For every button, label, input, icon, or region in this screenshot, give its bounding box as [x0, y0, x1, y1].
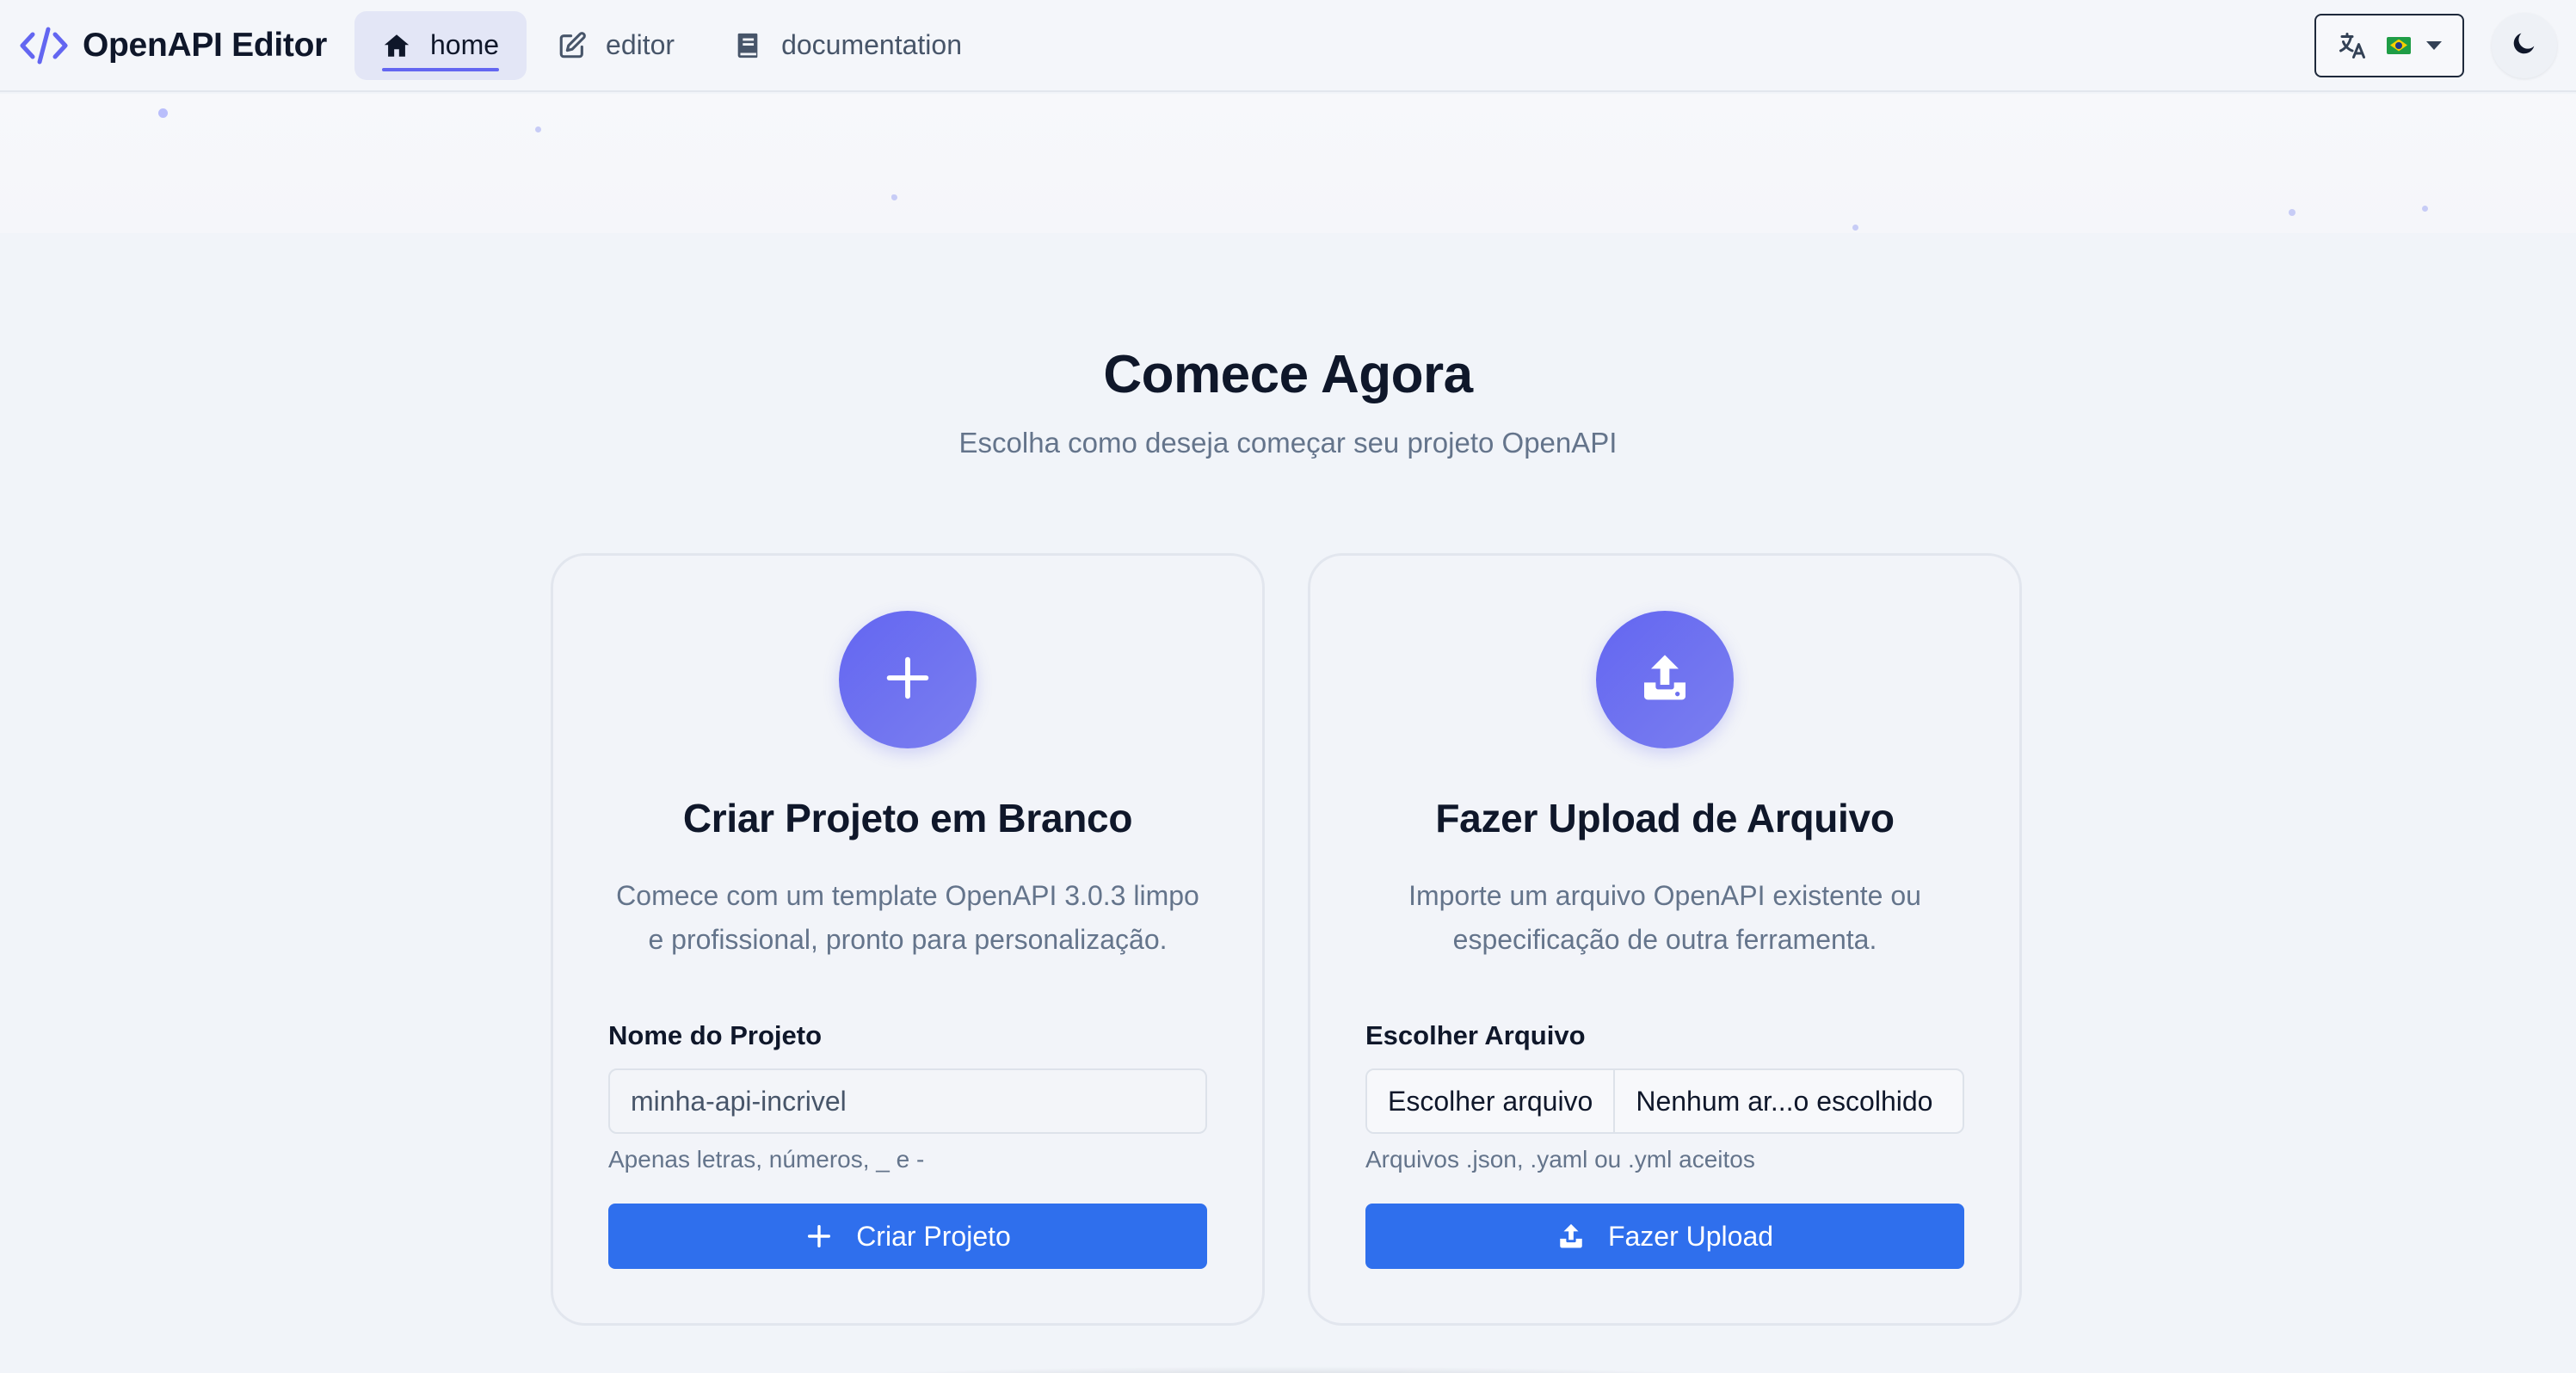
chevron-down-icon — [2426, 40, 2442, 50]
edit-icon — [558, 31, 587, 60]
language-select[interactable] — [2314, 13, 2464, 77]
project-name-label: Nome do Projeto — [608, 1020, 823, 1050]
decorative-dot — [2289, 209, 2296, 216]
upload-button[interactable]: Fazer Upload — [1365, 1204, 1964, 1269]
upload-icon — [1556, 1222, 1586, 1251]
decorative-dot — [1852, 225, 1858, 231]
bottom-shadow — [757, 1366, 1824, 1373]
create-project-label: Criar Projeto — [856, 1220, 1011, 1252]
choose-file-button[interactable]: Escolher arquivo — [1367, 1070, 1616, 1132]
theme-toggle-button[interactable] — [2492, 12, 2557, 78]
card-title: Criar Projeto em Branco — [682, 796, 1133, 840]
decorative-dot — [158, 108, 168, 118]
file-input[interactable]: Escolher arquivo Nenhum ar...o escolhido — [1365, 1068, 1964, 1134]
tab-home[interactable]: home — [354, 10, 527, 80]
brand[interactable]: OpenAPI Editor — [19, 0, 327, 90]
page-subtitle: Escolha como deseja começar seu projeto … — [958, 427, 1618, 459]
code-icon — [19, 24, 69, 67]
project-name-input[interactable] — [608, 1068, 1207, 1134]
decorative-dot — [891, 194, 896, 199]
hero-band — [0, 94, 2576, 233]
plus-icon — [804, 1222, 834, 1251]
home-icon — [382, 31, 411, 60]
project-name-hint: Apenas letras, números, _ e - — [608, 1146, 925, 1173]
card-description: Comece com um template OpenAPI 3.0.3 lim… — [616, 880, 1199, 955]
card-title: Fazer Upload de Arquivo — [1435, 796, 1895, 840]
plus-icon — [880, 650, 935, 710]
decorative-dot — [2422, 206, 2428, 212]
decorative-dot — [535, 126, 541, 132]
choose-file-label: Escolher Arquivo — [1365, 1020, 1586, 1050]
brazil-flag-icon — [2387, 36, 2411, 54]
tab-editor[interactable]: editor — [530, 11, 702, 80]
tab-documentation-label: documentation — [781, 29, 962, 60]
upload-button-label: Fazer Upload — [1607, 1220, 1774, 1252]
tab-home-label: home — [429, 29, 500, 60]
card-icon-circle — [839, 611, 977, 748]
book-icon — [733, 31, 762, 60]
blank-project-card: Criar Projeto em Branco Comece com um te… — [551, 553, 1265, 1326]
create-project-button[interactable]: Criar Projeto — [608, 1204, 1207, 1269]
translate-icon — [2337, 30, 2368, 61]
file-types-hint: Arquivos .json, .yaml ou .yml aceitos — [1365, 1146, 1755, 1173]
upload-file-card: Fazer Upload de Arquivo Importe um arqui… — [1308, 553, 2022, 1326]
tab-documentation[interactable]: documentation — [706, 11, 989, 80]
selected-file-name: Nenhum ar...o escolhido — [1636, 1085, 1933, 1117]
card-icon-circle — [1596, 611, 1734, 748]
upload-icon — [1637, 650, 1692, 710]
nav-tabs: home editor documentation — [354, 0, 993, 90]
nav-right — [2314, 12, 2557, 78]
tab-editor-label: editor — [606, 29, 675, 60]
page-title: Comece Agora — [1103, 345, 1473, 404]
app-title: OpenAPI Editor — [83, 26, 327, 64]
card-description: Importe um arquivo OpenAPI existente ou … — [1408, 880, 1921, 955]
moon-icon — [2510, 28, 2539, 62]
top-navbar: OpenAPI Editor home editor documentation — [0, 0, 2576, 92]
